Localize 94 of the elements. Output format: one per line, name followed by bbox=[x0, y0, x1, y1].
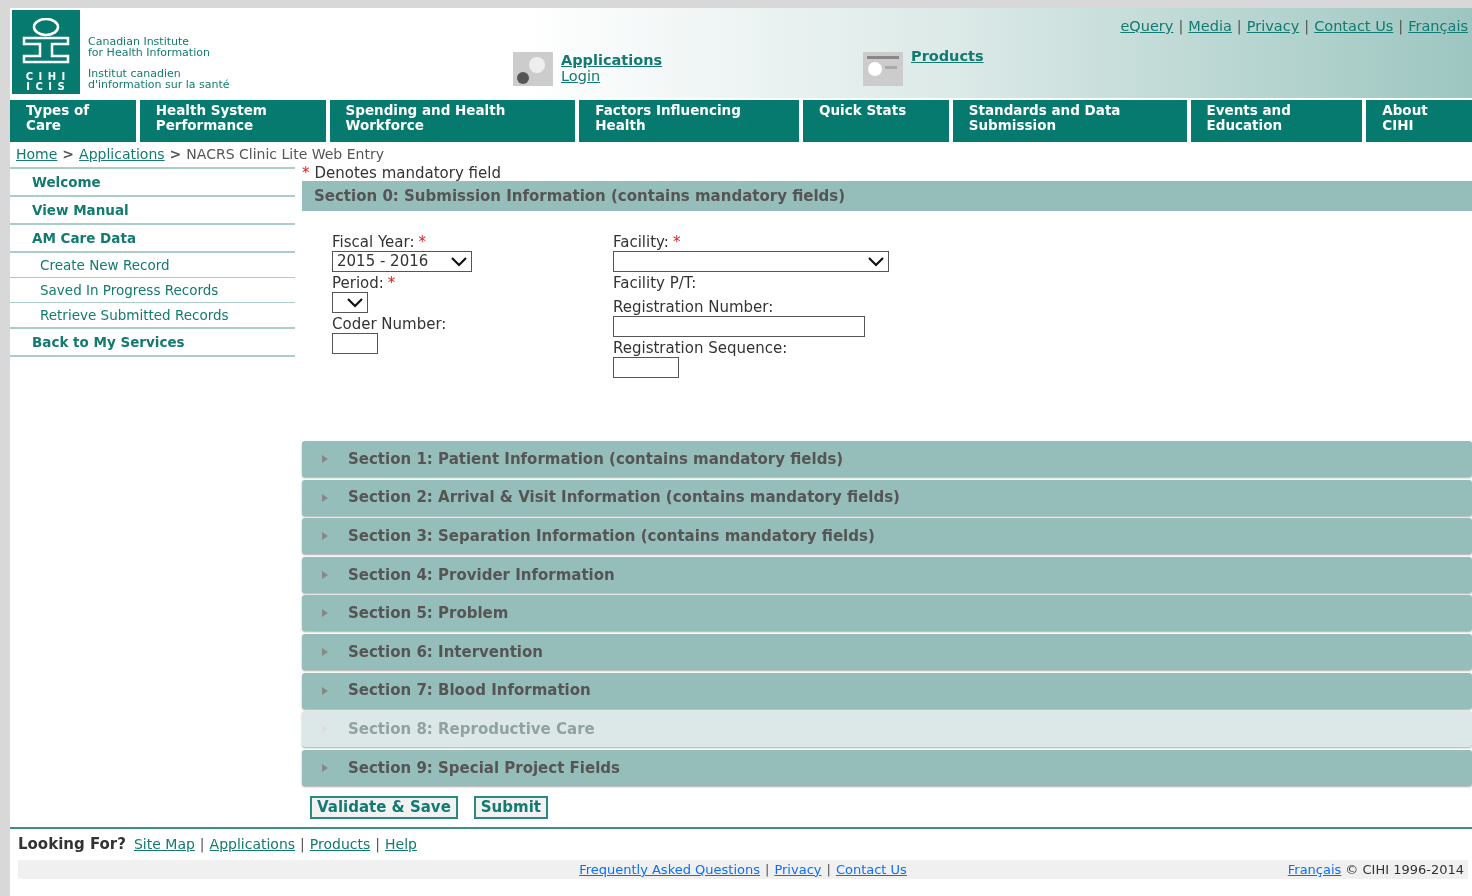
gears-icon bbox=[513, 52, 553, 86]
section-header[interactable]: Section 3: Separation Information (contains mandatory fields) bbox=[302, 518, 1472, 555]
separator: | bbox=[826, 861, 831, 877]
breadcrumb-link[interactable]: Applications bbox=[79, 146, 165, 162]
input-field[interactable] bbox=[332, 333, 378, 354]
section-header[interactable]: Section 7: Blood Information bbox=[302, 672, 1472, 709]
field-label: Facility P/T: bbox=[613, 274, 697, 292]
caret-right-icon bbox=[322, 493, 328, 502]
separator: > bbox=[62, 146, 75, 162]
sidebar-item[interactable]: View Manual bbox=[10, 197, 295, 225]
header-link[interactable]: Français bbox=[1408, 18, 1468, 34]
dropdown[interactable] bbox=[613, 251, 889, 272]
section-header[interactable]: Section 5: Problem bbox=[302, 595, 1472, 632]
separator: | bbox=[1304, 18, 1310, 34]
nav-item[interactable]: Factors Influencing Health bbox=[579, 100, 799, 142]
action-button[interactable]: Submit bbox=[473, 796, 548, 820]
header-link[interactable]: Media bbox=[1188, 18, 1232, 34]
caret-right-icon bbox=[322, 570, 328, 579]
login-link[interactable]: Login bbox=[561, 68, 601, 84]
logo-text: Institut canadien bbox=[88, 68, 182, 79]
section-header[interactable]: Section 0: Submission Information (contains mandatory fields) bbox=[302, 181, 1472, 211]
dropdown[interactable]: 2015 - 2016 bbox=[332, 251, 472, 272]
field-label: Coder Number: bbox=[332, 315, 447, 333]
sidebar-subitem[interactable]: Retrieve Submitted Records bbox=[10, 303, 295, 329]
section-header[interactable]: Section 2: Arrival & Visit Information (contains mandatory fields) bbox=[302, 479, 1472, 516]
separator: | bbox=[1398, 18, 1404, 34]
required-mark: * bbox=[302, 164, 310, 182]
sidebar-item[interactable]: AM Care Data bbox=[10, 225, 295, 253]
chevron-down-icon bbox=[868, 256, 884, 267]
caret-right-icon bbox=[322, 609, 328, 618]
field-label: Fiscal Year: bbox=[332, 233, 415, 251]
separator: | bbox=[765, 861, 770, 877]
separator: | bbox=[300, 836, 305, 853]
footer-link[interactable]: Site Map bbox=[133, 836, 195, 853]
sidebar-subitem[interactable]: Create New Record bbox=[10, 253, 295, 278]
section-header[interactable]: Section 4: Provider Information bbox=[302, 556, 1472, 593]
section-header[interactable]: Section 6: Intervention bbox=[302, 633, 1472, 670]
nav-item[interactable]: Events and Education bbox=[1190, 100, 1363, 142]
nav-item[interactable]: Standards and Data Submission bbox=[952, 100, 1187, 142]
field-label: Facility: bbox=[613, 233, 669, 251]
separator: | bbox=[1178, 18, 1184, 34]
caret-right-icon bbox=[322, 532, 328, 541]
language-link[interactable]: Français bbox=[1287, 861, 1342, 877]
sidebar-subitem[interactable]: Saved In Progress Records bbox=[10, 278, 295, 303]
separator: | bbox=[199, 836, 205, 853]
section-header[interactable]: Section 1: Patient Information (contains mandatory fields) bbox=[302, 441, 1472, 477]
footer-link[interactable]: Applications bbox=[209, 836, 296, 853]
required-mark: * bbox=[672, 233, 681, 251]
required-mark: * bbox=[418, 233, 426, 251]
nav-item[interactable]: Quick Stats bbox=[803, 100, 949, 142]
nav-item[interactable]: Spending and Health Workforce bbox=[329, 100, 576, 142]
copyright: © CIHI 1996-2014 bbox=[1345, 861, 1464, 877]
mandatory-note: Denotes mandatory field bbox=[314, 164, 501, 182]
input-field[interactable] bbox=[613, 357, 679, 378]
logo-icon: C I H I I C I S bbox=[12, 10, 80, 94]
dropdown[interactable] bbox=[332, 292, 368, 313]
footer-link[interactable]: Help bbox=[385, 836, 417, 853]
sidebar-item[interactable]: Back to My Services bbox=[10, 329, 295, 357]
input-field[interactable] bbox=[613, 316, 865, 337]
breadcrumb-link[interactable]: Home bbox=[16, 146, 58, 162]
footer-link[interactable]: Products bbox=[309, 836, 371, 853]
field-label: Period: bbox=[332, 274, 384, 292]
footer-link[interactable]: Privacy bbox=[774, 861, 822, 877]
action-button[interactable]: Validate & Save bbox=[310, 796, 458, 820]
sidebar-item[interactable]: Welcome bbox=[10, 169, 295, 197]
footer-label: Looking For? bbox=[18, 835, 126, 854]
section-header[interactable]: Section 9: Special Project Fields bbox=[302, 749, 1472, 786]
caret-right-icon bbox=[322, 686, 328, 695]
footer-link[interactable]: Contact Us bbox=[835, 861, 907, 877]
field-label: Registration Number: bbox=[613, 298, 774, 316]
separator: | bbox=[375, 836, 380, 853]
required-mark: * bbox=[387, 274, 396, 292]
nav-item[interactable]: Health System Performance bbox=[139, 100, 326, 142]
quick-link[interactable]: Applications bbox=[561, 52, 663, 68]
quick-link[interactable]: Products bbox=[911, 48, 984, 64]
header-link[interactable]: Privacy bbox=[1246, 18, 1300, 34]
caret-right-icon bbox=[322, 647, 328, 656]
breadcrumb-current: NACRS Clinic Lite Web Entry bbox=[186, 146, 384, 162]
chevron-down-icon bbox=[347, 297, 363, 308]
header-link[interactable]: Contact Us bbox=[1314, 18, 1394, 34]
header-link[interactable]: eQuery bbox=[1120, 18, 1174, 34]
logo-text: Canadian Institute bbox=[88, 36, 191, 47]
footer-link[interactable]: Frequently Asked Questions bbox=[579, 861, 760, 877]
chevron-down-icon bbox=[451, 256, 467, 267]
report-icon bbox=[863, 52, 903, 86]
field-label: Registration Sequence: bbox=[613, 339, 788, 357]
separator: > bbox=[169, 146, 182, 162]
logo-text: d'information sur la santé bbox=[88, 79, 230, 90]
nav-item[interactable]: About CIHI bbox=[1366, 100, 1472, 142]
caret-right-icon bbox=[322, 455, 328, 463]
nav-item[interactable]: Types of Care bbox=[10, 100, 136, 142]
separator: | bbox=[1236, 18, 1242, 34]
logo-text: for Health Information bbox=[88, 47, 211, 58]
caret-right-icon bbox=[322, 763, 328, 772]
